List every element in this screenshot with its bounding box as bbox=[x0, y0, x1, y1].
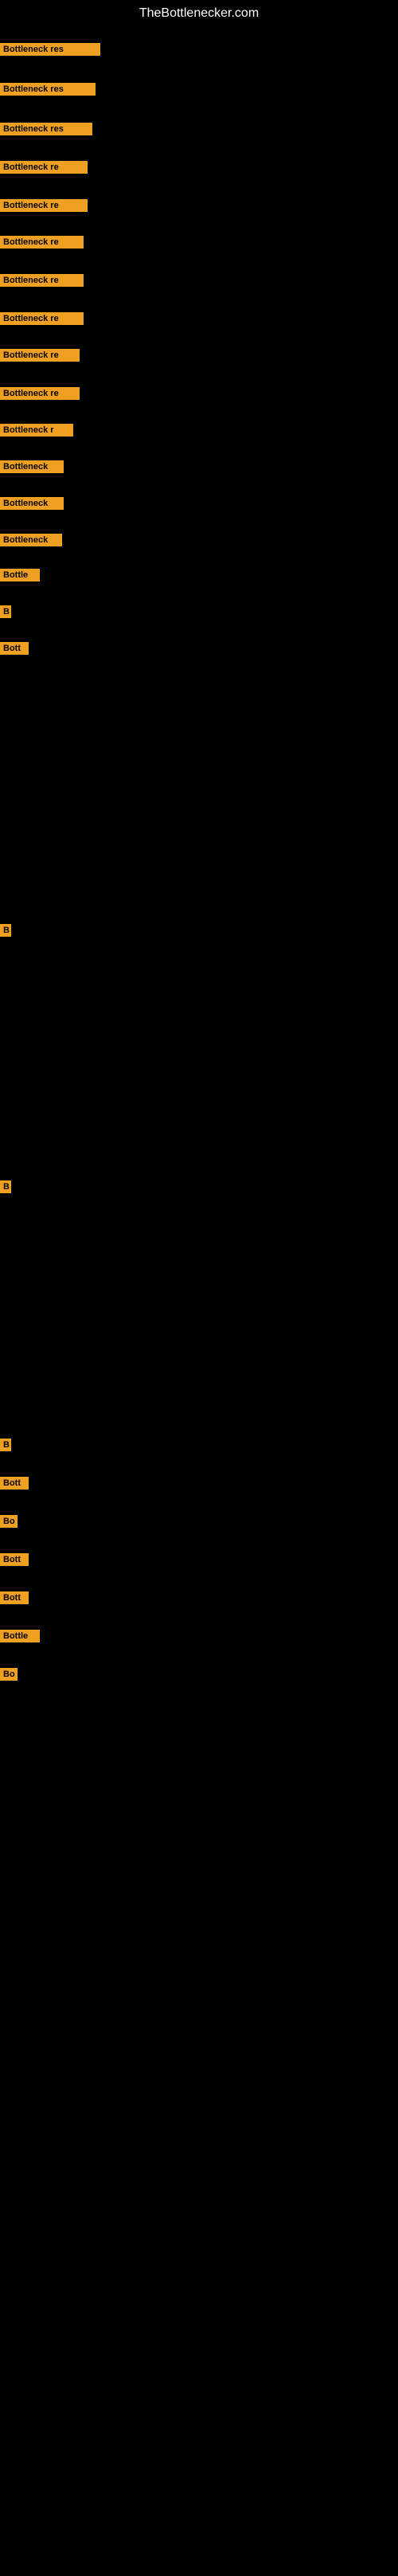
bottleneck-label-5: Bottleneck re bbox=[0, 199, 88, 212]
bottleneck-label-3: Bottleneck res bbox=[0, 123, 92, 135]
site-title: TheBottlenecker.com bbox=[0, 0, 398, 27]
bottleneck-label-15: Bottle bbox=[0, 569, 40, 581]
bottleneck-label-17: Bott bbox=[0, 642, 29, 655]
bottleneck-label-16: B bbox=[0, 605, 11, 618]
bottleneck-label-22: Bo bbox=[0, 1515, 18, 1528]
bottleneck-label-1: Bottleneck res bbox=[0, 43, 100, 56]
bottleneck-label-12: Bottleneck bbox=[0, 460, 64, 473]
bottleneck-label-7: Bottleneck re bbox=[0, 274, 84, 287]
bottleneck-label-4: Bottleneck re bbox=[0, 161, 88, 174]
bottleneck-label-10: Bottleneck re bbox=[0, 387, 80, 400]
bottleneck-label-26: Bo bbox=[0, 1668, 18, 1681]
bottleneck-label-2: Bottleneck res bbox=[0, 83, 96, 96]
bottleneck-label-9: Bottleneck re bbox=[0, 349, 80, 362]
bottleneck-label-6: Bottleneck re bbox=[0, 236, 84, 249]
bottleneck-label-19: B bbox=[0, 1180, 11, 1193]
bottleneck-label-21: Bott bbox=[0, 1477, 29, 1490]
bottleneck-label-23: Bott bbox=[0, 1553, 29, 1566]
bottleneck-label-13: Bottleneck bbox=[0, 497, 64, 510]
bottleneck-label-14: Bottleneck bbox=[0, 534, 62, 546]
bottleneck-label-18: B bbox=[0, 924, 11, 937]
bottleneck-label-20: B bbox=[0, 1439, 11, 1451]
bottleneck-label-8: Bottleneck re bbox=[0, 312, 84, 325]
bottleneck-label-11: Bottleneck r bbox=[0, 424, 73, 437]
bottleneck-label-25: Bottle bbox=[0, 1630, 40, 1642]
bottleneck-label-24: Bott bbox=[0, 1591, 29, 1604]
